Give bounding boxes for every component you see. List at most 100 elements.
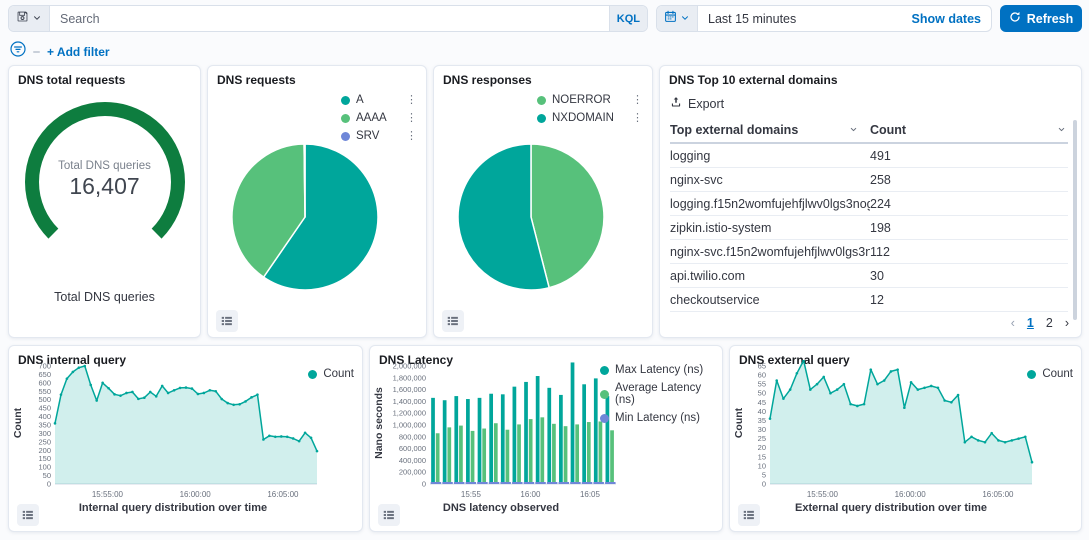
column-header-domains[interactable]: Top external domains xyxy=(670,118,870,142)
svg-text:35: 35 xyxy=(758,416,766,425)
svg-text:450: 450 xyxy=(38,404,51,413)
add-filter-button[interactable]: + Add filter xyxy=(47,45,110,59)
panel-title: DNS responses xyxy=(443,73,532,87)
legend-toggle-button[interactable] xyxy=(216,310,238,332)
svg-text:650: 650 xyxy=(38,370,51,379)
svg-text:15: 15 xyxy=(758,452,766,461)
svg-text:16:00:00: 16:00:00 xyxy=(180,490,212,499)
legend-item[interactable]: Average Latency (ns) xyxy=(600,382,718,406)
column-header-count[interactable]: Count xyxy=(870,118,1068,142)
table-row: api.twilio.com30 xyxy=(670,264,1068,288)
legend: Max Latency (ns) Average Latency (ns) Mi… xyxy=(600,364,718,424)
svg-text:65: 65 xyxy=(758,362,766,371)
pie-chart[interactable] xyxy=(230,142,380,292)
legend-dot xyxy=(308,370,317,379)
legend-item-menu-icon[interactable]: ⋮ xyxy=(394,131,417,142)
legend-item[interactable]: Count xyxy=(1027,368,1073,380)
legend-item[interactable]: A ⋮ xyxy=(341,94,417,106)
query-bar: KQL Last 15 minutes Show dates Refresh xyxy=(8,5,1082,32)
table-row: nginx-svc258 xyxy=(670,168,1068,192)
export-button[interactable]: Export xyxy=(670,96,724,111)
svg-text:0: 0 xyxy=(762,480,766,489)
gauge-bottom-label: Total DNS queries xyxy=(9,290,200,304)
count-cell: 30 xyxy=(870,269,1068,283)
domain-cell: nginx-svc.f15n2womfujehfjlwv0lgs3no... xyxy=(670,245,870,259)
saved-query-menu-button[interactable] xyxy=(9,6,50,31)
previous-page-button[interactable]: ‹ xyxy=(1011,316,1015,330)
x-axis-title: Internal query distribution over time xyxy=(25,502,321,514)
chevron-down-icon xyxy=(1057,123,1066,137)
legend-item[interactable]: Min Latency (ns) xyxy=(600,412,718,424)
chevron-down-icon xyxy=(680,13,690,25)
panel-dns-latency: DNS Latency Nano seconds 0200,000400,000… xyxy=(369,345,723,532)
svg-text:400: 400 xyxy=(38,412,51,421)
domain-cell: api.twilio.com xyxy=(670,269,870,283)
panel-dns-responses: DNS responses NOERROR ⋮ NXDOMAIN ⋮ xyxy=(433,65,653,338)
panel-title: DNS Top 10 external domains xyxy=(669,73,838,87)
legend-item-menu-icon[interactable]: ⋮ xyxy=(394,95,417,106)
legend-item-menu-icon[interactable]: ⋮ xyxy=(620,95,643,106)
legend-item[interactable]: NOERROR ⋮ xyxy=(537,94,643,106)
next-page-button[interactable]: › xyxy=(1065,316,1069,330)
export-icon xyxy=(670,96,682,111)
svg-text:1,200,000: 1,200,000 xyxy=(393,409,426,418)
bar-chart[interactable]: 0200,000400,000600,000800,0001,000,0001,… xyxy=(382,360,620,500)
panel-title: DNS total requests xyxy=(18,73,125,87)
legend-toggle-button[interactable] xyxy=(17,504,39,526)
svg-text:16:05:00: 16:05:00 xyxy=(982,490,1014,499)
page-2-button[interactable]: 2 xyxy=(1046,316,1053,330)
panel-title: DNS requests xyxy=(217,73,296,87)
legend-item[interactable]: AAAA ⋮ xyxy=(341,112,417,124)
kql-button[interactable]: KQL xyxy=(609,6,647,31)
page-1-button[interactable]: 1 xyxy=(1027,316,1034,330)
pie-chart[interactable] xyxy=(456,142,606,292)
count-cell: 224 xyxy=(870,197,1068,211)
legend-toggle-button[interactable] xyxy=(378,504,400,526)
legend-toggle-button[interactable] xyxy=(442,310,464,332)
legend-dot xyxy=(1027,370,1036,379)
svg-text:0: 0 xyxy=(47,480,51,489)
legend-item-menu-icon[interactable]: ⋮ xyxy=(394,113,417,124)
time-range-display[interactable]: Last 15 minutes xyxy=(698,6,902,31)
svg-text:300: 300 xyxy=(38,429,51,438)
legend-item-menu-icon[interactable]: ⋮ xyxy=(620,113,643,124)
svg-text:1,600,000: 1,600,000 xyxy=(393,385,426,394)
y-axis-title: Count xyxy=(733,383,747,463)
legend: Count xyxy=(1027,368,1073,380)
svg-text:400,000: 400,000 xyxy=(399,456,426,465)
panel-dns-internal-query: DNS internal query Count 050100150200250… xyxy=(8,345,363,532)
show-dates-button[interactable]: Show dates xyxy=(902,6,991,31)
svg-text:550: 550 xyxy=(38,387,51,396)
legend-item[interactable]: Count xyxy=(308,368,354,380)
area-chart[interactable]: 0501001502002503003504004505005506006507… xyxy=(25,360,321,500)
svg-text:16:00:00: 16:00:00 xyxy=(895,490,927,499)
domain-cell: checkoutservice xyxy=(670,293,870,307)
legend-item[interactable]: NXDOMAIN ⋮ xyxy=(537,112,643,124)
panel-dns-external-query: DNS external query Count 051015202530354… xyxy=(729,345,1082,532)
legend-dot xyxy=(341,96,350,105)
legend-item[interactable]: Max Latency (ns) xyxy=(600,364,718,376)
legend-item[interactable]: SRV ⋮ xyxy=(341,130,417,142)
panel-dns-requests: DNS requests A ⋮ AAAA ⋮ SRV ⋮ xyxy=(207,65,427,338)
svg-text:25: 25 xyxy=(758,434,766,443)
svg-text:500: 500 xyxy=(38,395,51,404)
legend: Count xyxy=(308,368,354,380)
svg-text:10: 10 xyxy=(758,461,766,470)
svg-text:16:05:00: 16:05:00 xyxy=(267,490,299,499)
area-chart[interactable]: 0510152025303540455055606515:55:0016:00:… xyxy=(746,360,1036,500)
filter-bar: + Add filter xyxy=(10,41,110,62)
svg-text:40: 40 xyxy=(758,407,766,416)
legend-dot xyxy=(600,414,609,423)
legend: A ⋮ AAAA ⋮ SRV ⋮ xyxy=(341,94,417,142)
filter-icon-button[interactable] xyxy=(10,41,26,62)
date-quick-menu-button[interactable] xyxy=(657,6,698,31)
svg-text:600,000: 600,000 xyxy=(399,444,426,453)
legend-dot xyxy=(537,96,546,105)
search-input[interactable] xyxy=(50,6,609,31)
legend-toggle-button[interactable] xyxy=(738,504,760,526)
svg-text:15:55:00: 15:55:00 xyxy=(92,490,124,499)
refresh-button[interactable]: Refresh xyxy=(1000,5,1082,32)
table-scrollbar[interactable] xyxy=(1073,120,1077,320)
panel-dns-total-requests: DNS total requests Total DNS queries 16,… xyxy=(8,65,201,338)
count-cell: 112 xyxy=(870,245,1068,259)
